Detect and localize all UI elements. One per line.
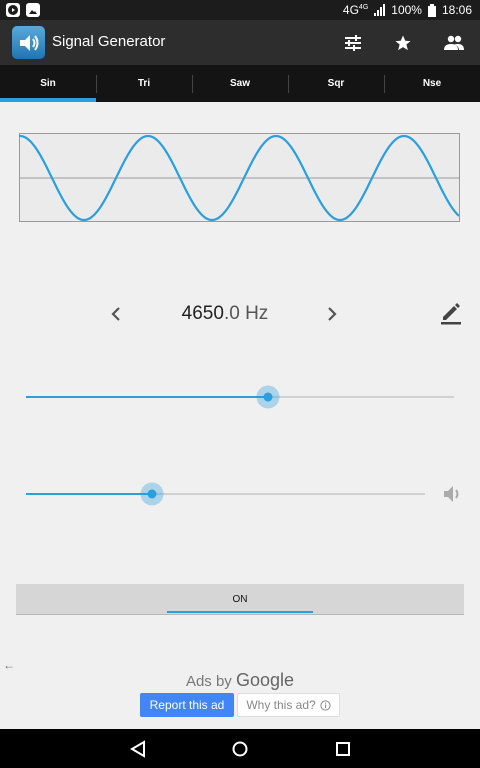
frequency-integer: 4650 xyxy=(181,303,224,324)
app-bar: Signal Generator xyxy=(0,20,480,65)
navigation-bar xyxy=(0,729,480,768)
on-toggle-indicator xyxy=(167,611,313,613)
waveform-display xyxy=(19,133,460,222)
tab-sqr[interactable]: Sqr xyxy=(288,65,384,102)
waveform-tabs: Sin Tri Saw Sqr Nse xyxy=(0,65,480,102)
tune-icon[interactable] xyxy=(340,30,366,56)
why-this-ad-button[interactable]: Why this ad? xyxy=(237,693,340,717)
star-icon[interactable] xyxy=(390,30,416,56)
network-type: 4G4G xyxy=(342,3,369,17)
volume-icon[interactable] xyxy=(442,484,464,504)
info-icon xyxy=(320,699,331,711)
frequency-fraction: .0 Hz xyxy=(223,303,269,324)
status-bar: 4G4G 100% 18:06 xyxy=(0,0,480,20)
frequency-slider-thumb[interactable] xyxy=(256,385,280,409)
volume-slider[interactable] xyxy=(26,482,425,506)
image-notification-icon xyxy=(26,3,40,17)
battery-icon xyxy=(427,3,436,17)
signal-icon xyxy=(374,4,386,16)
clock: 18:06 xyxy=(441,3,472,17)
pencil-icon xyxy=(441,303,461,325)
recents-icon[interactable] xyxy=(334,740,352,758)
app-title: Signal Generator xyxy=(52,33,166,50)
battery-level: 100% xyxy=(391,3,422,17)
home-icon[interactable] xyxy=(231,740,249,758)
on-toggle-label: ON xyxy=(232,594,248,605)
tab-sin[interactable]: Sin xyxy=(0,65,96,102)
volume-slider-fill xyxy=(26,493,152,495)
people-icon[interactable] xyxy=(441,30,467,56)
frequency-decrease-button[interactable] xyxy=(104,303,128,325)
app-speaker-icon xyxy=(12,26,45,59)
frequency-increase-button[interactable] xyxy=(320,303,344,325)
play-notification-icon xyxy=(6,3,20,17)
ads-by-google: Ads by Google xyxy=(185,670,295,690)
tab-tri[interactable]: Tri xyxy=(96,65,192,102)
volume-slider-thumb[interactable] xyxy=(140,482,164,506)
tab-saw[interactable]: Saw xyxy=(192,65,288,102)
frequency-readout: 4650.0 Hz xyxy=(150,303,300,325)
on-toggle-button[interactable]: ON xyxy=(16,584,464,615)
tab-nse[interactable]: Nse xyxy=(384,65,480,102)
edit-frequency-button[interactable] xyxy=(438,302,464,326)
report-ad-button[interactable]: Report this ad xyxy=(140,693,234,717)
back-icon[interactable] xyxy=(129,740,147,758)
frequency-slider-fill xyxy=(26,396,269,398)
frequency-slider[interactable] xyxy=(26,385,454,409)
